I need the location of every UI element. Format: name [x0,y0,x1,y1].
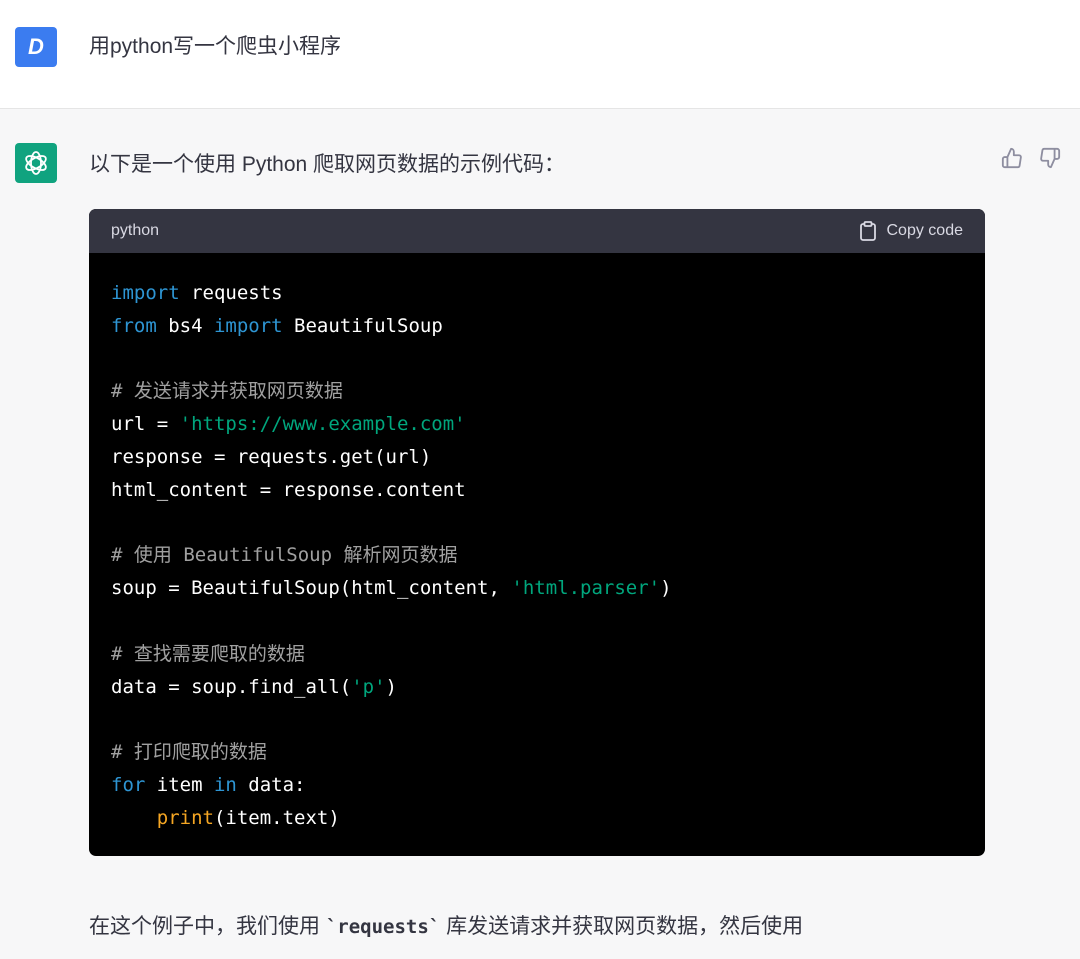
code-token: bs4 [156,314,214,337]
code-token-string: 'html.parser' [511,577,661,600]
code-token: data: [236,773,306,796]
code-token: soup = BeautifulSoup(html_content, [111,577,512,600]
code-content: import requests from bs4 import Beautiful… [89,253,985,835]
code-token-keyword: in [213,773,237,796]
assistant-explanation-text: 在这个例子中，我们使用 `requests` 库发送请求并获取网页数据，然后使用 [89,910,989,944]
code-token: data = soup.find_all( [111,675,352,698]
code-line: # 打印爬取的数据 [111,736,963,769]
code-token: html_content = response.content [111,478,466,501]
code-token: response = requests.get(url) [111,445,432,468]
code-token-keyword: import [213,314,283,337]
code-line: # 查找需要爬取的数据 [111,638,963,671]
code-token-string: 'https://www.example.com' [179,413,466,436]
explanation-text: 库发送请求并获取网页数据，然后使用 [440,915,804,938]
code-token: BeautifulSoup [282,314,443,337]
thumbs-down-button[interactable] [1039,147,1061,169]
code-line: data = soup.find_all('p') [111,671,963,704]
code-block-header: python Copy code [89,209,985,253]
code-token: (item.text) [213,806,340,829]
code-line: soup = BeautifulSoup(html_content, 'html… [111,572,963,605]
explanation-text: 在这个例子中，我们使用 [89,915,326,938]
code-token-comment: # 打印爬取的数据 [111,741,267,764]
code-token-comment: # 查找需要爬取的数据 [111,642,305,665]
code-token-indent [111,807,157,829]
code-line: response = requests.get(url) [111,441,963,474]
user-avatar: D [15,27,57,67]
code-token: requests [179,282,283,304]
code-line: # 使用 BeautifulSoup 解析网页数据 [111,539,963,572]
code-line: for item in data: [111,769,963,802]
code-line: url = 'https://www.example.com' [111,408,963,441]
code-language-label: python [111,222,160,239]
openai-logo-icon [25,151,47,175]
code-token: ) [385,675,397,698]
code-line: print(item.text) [111,802,963,835]
clipboard-icon [859,221,876,241]
copy-code-button[interactable]: Copy code [859,221,964,241]
user-message-row: D 用python写一个爬虫小程序 [0,0,1080,109]
code-line: import requests [111,277,963,310]
code-token-string: 'p' [351,675,386,698]
code-token-keyword: from [111,314,157,337]
code-token: ) [660,577,672,600]
code-token-keyword: for [111,773,146,796]
copy-code-label: Copy code [886,222,964,239]
code-token-comment: # 发送请求并获取网页数据 [111,380,343,403]
code-token: item [145,773,214,796]
inline-code: `requests` [325,916,441,938]
thumbs-down-icon [1040,147,1061,169]
user-message-text: 用python写一个爬虫小程序 [89,35,342,58]
code-token-builtin: print [156,806,214,829]
code-line: # 发送请求并获取网页数据 [111,375,963,408]
code-block: python Copy code import requests from bs4… [89,209,985,856]
thumbs-up-icon [1001,147,1022,169]
thumbs-up-button[interactable] [1001,147,1023,169]
assistant-intro-text: 以下是一个使用 Python 爬取网页数据的示例代码： [89,153,566,176]
assistant-avatar [15,143,57,183]
code-token-comment: # 使用 BeautifulSoup 解析网页数据 [111,544,458,567]
code-token-keyword: import [111,282,180,304]
code-line: from bs4 import BeautifulSoup [111,310,963,343]
code-token: url = [111,413,180,436]
code-line: html_content = response.content [111,474,963,507]
